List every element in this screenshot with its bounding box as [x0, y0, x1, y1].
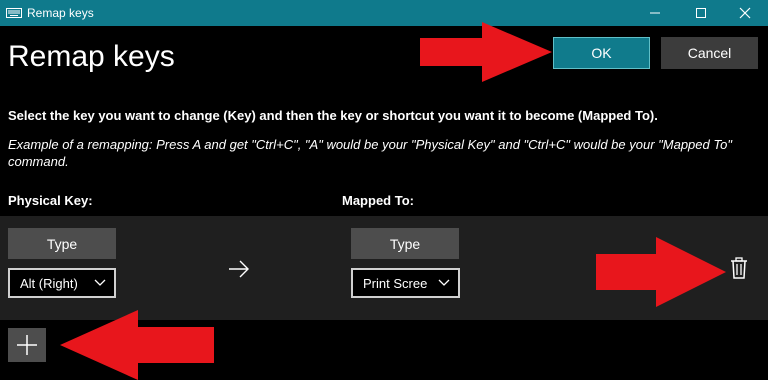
mapped-key-dropdown[interactable]: Print Scree — [351, 268, 460, 298]
annotation-arrow-trash — [596, 237, 726, 307]
cancel-button[interactable]: Cancel — [661, 37, 758, 69]
chevron-down-icon — [94, 279, 106, 286]
close-button[interactable] — [722, 0, 768, 26]
instruction-text: Select the key you want to change (Key) … — [8, 108, 658, 123]
annotation-arrow-ok — [420, 22, 552, 82]
physical-key-dropdown[interactable]: Alt (Right) — [8, 268, 116, 298]
close-icon — [739, 7, 751, 19]
physical-key-heading: Physical Key: — [8, 193, 93, 208]
physical-key-value: Alt (Right) — [20, 275, 78, 291]
ok-button[interactable]: OK — [553, 37, 650, 69]
window-title: Remap keys — [27, 6, 94, 20]
mapped-key-value: Print Scree — [363, 275, 428, 291]
right-arrow-icon — [229, 260, 249, 278]
keyboard-icon — [6, 8, 22, 18]
mapped-type-button[interactable]: Type — [351, 228, 459, 259]
trash-icon[interactable] — [730, 257, 748, 279]
mapped-to-heading: Mapped To: — [342, 193, 414, 208]
annotation-arrow-add — [60, 310, 214, 380]
chevron-down-icon — [438, 279, 450, 286]
minimize-button[interactable] — [632, 0, 678, 26]
physical-type-button[interactable]: Type — [8, 228, 116, 259]
minimize-icon — [650, 12, 660, 14]
title-bar: Remap keys — [0, 0, 768, 26]
example-text: Example of a remapping: Press A and get … — [8, 137, 732, 169]
add-mapping-button[interactable] — [8, 328, 46, 362]
maximize-button[interactable] — [678, 0, 724, 26]
maximize-icon — [696, 8, 706, 18]
plus-icon — [17, 335, 37, 355]
page-title: Remap keys — [8, 40, 175, 73]
